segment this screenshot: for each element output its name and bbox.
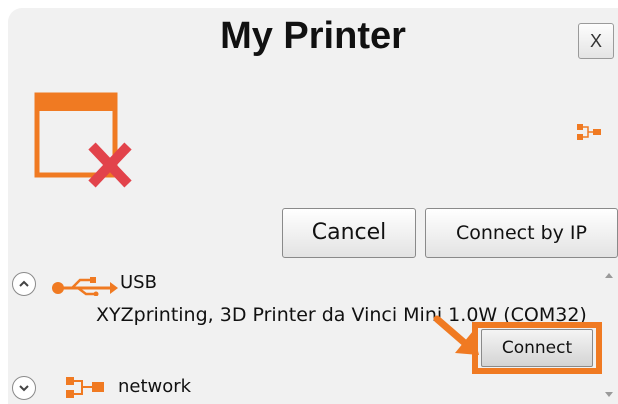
connect-by-ip-button[interactable]: Connect by IP — [425, 208, 618, 258]
vertical-scrollbar[interactable] — [602, 266, 616, 404]
chevron-up-icon — [19, 280, 29, 287]
network-status-icon — [577, 124, 601, 140]
network-section-label: network — [118, 376, 192, 397]
usb-icon — [52, 277, 118, 296]
connect-button[interactable]: Connect — [481, 329, 593, 367]
usb-section-label: USB — [120, 272, 157, 293]
chevron-down-icon — [19, 385, 29, 392]
network-icon — [66, 377, 104, 398]
network-expand-toggle[interactable] — [12, 376, 36, 400]
printer-dialog: My Printer X Cancel Connect by IP USB XY… — [8, 8, 618, 404]
usb-collapse-toggle[interactable] — [12, 272, 36, 296]
close-button[interactable]: X — [578, 23, 614, 59]
printer-disconnected-icon — [34, 92, 132, 188]
cancel-button[interactable]: Cancel — [282, 208, 416, 258]
dialog-title: My Printer — [220, 15, 406, 57]
